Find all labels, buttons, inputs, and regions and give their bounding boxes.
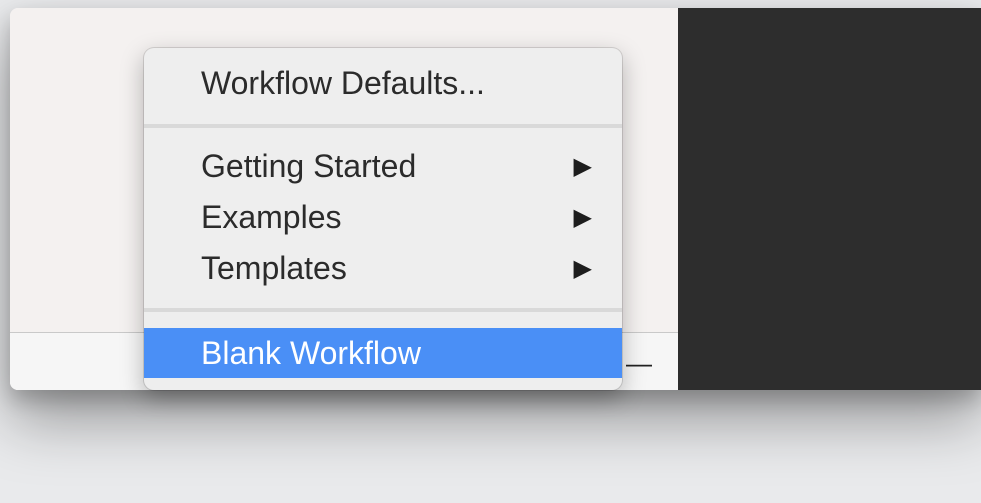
menu-separator [144,124,622,128]
editor-pane [678,8,981,390]
menu-item-blank-workflow[interactable]: Blank Workflow [144,328,622,378]
submenu-arrow-icon: ▶ [573,254,592,282]
menu-item-label: Getting Started [201,147,417,184]
new-workflow-menu: Workflow Defaults... Getting Started ▶ E… [144,48,622,390]
remove-button[interactable]: — [624,350,654,376]
submenu-arrow-icon: ▶ [573,203,592,231]
menu-item-label: Examples [201,198,342,235]
menu-item-label: Templates [201,249,347,286]
menu-item-getting-started[interactable]: Getting Started ▶ [144,141,622,191]
menu-item-label: Workflow Defaults... [201,64,485,101]
menu-item-templates[interactable]: Templates ▶ [144,243,622,293]
menu-separator [144,308,622,312]
menu-item-label: Blank Workflow [201,334,421,371]
menu-item-examples[interactable]: Examples ▶ [144,192,622,242]
menu-item-workflow-defaults[interactable]: Workflow Defaults... [144,58,622,108]
submenu-arrow-icon: ▶ [573,152,592,180]
